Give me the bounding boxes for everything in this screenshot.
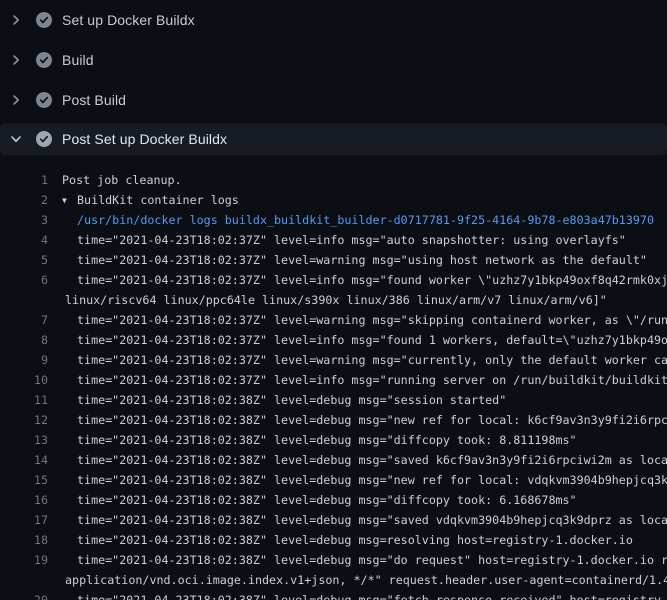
log-line: 15time="2021-04-23T18:02:38Z" level=debu…: [0, 470, 667, 490]
log-line-text: time="2021-04-23T18:02:38Z" level=debug …: [48, 430, 577, 450]
log-line-number[interactable]: 17: [0, 510, 48, 530]
log-line-number[interactable]: 15: [0, 470, 48, 490]
check-circle-icon: [36, 52, 52, 68]
log-line-number[interactable]: 1: [0, 170, 48, 190]
step-label: Set up Docker Buildx: [62, 12, 195, 28]
log-line: 13time="2021-04-23T18:02:38Z" level=debu…: [0, 430, 667, 450]
log-line-text: time="2021-04-23T18:02:38Z" level=debug …: [48, 470, 667, 490]
log-line: 14time="2021-04-23T18:02:38Z" level=debu…: [0, 450, 667, 470]
log-line: 10time="2021-04-23T18:02:37Z" level=info…: [0, 370, 667, 390]
check-circle-icon: [36, 12, 52, 28]
log-line-text: time="2021-04-23T18:02:38Z" level=debug …: [48, 550, 667, 570]
log-line-number[interactable]: 6: [0, 270, 48, 290]
log-line: 1Post job cleanup.: [0, 170, 667, 190]
log-line-number[interactable]: 8: [0, 330, 48, 350]
actions-log-viewer: Set up Docker Buildx Build Post Build: [0, 0, 667, 600]
log-line-text: time="2021-04-23T18:02:37Z" level=warnin…: [48, 310, 667, 330]
log-line: application/vnd.oci.image.index.v1+json,…: [0, 570, 667, 590]
log-line-text: time="2021-04-23T18:02:37Z" level=info m…: [48, 230, 626, 250]
log-line: 20time="2021-04-23T18:02:38Z" level=debu…: [0, 590, 667, 600]
step-row-build[interactable]: Build: [0, 40, 667, 80]
log-content: 1Post job cleanup.2▼BuildKit container l…: [0, 155, 667, 600]
log-line-number[interactable]: 5: [0, 250, 48, 270]
log-line-number[interactable]: 18: [0, 530, 48, 550]
log-line-text: time="2021-04-23T18:02:37Z" level=info m…: [48, 330, 667, 350]
step-row-set-up-docker-buildx[interactable]: Set up Docker Buildx: [0, 0, 667, 40]
log-line: 6time="2021-04-23T18:02:37Z" level=info …: [0, 270, 667, 290]
log-line: 18time="2021-04-23T18:02:38Z" level=debu…: [0, 530, 667, 550]
log-line: 8time="2021-04-23T18:02:37Z" level=info …: [0, 330, 667, 350]
step-label: Post Set up Docker Buildx: [62, 131, 227, 147]
log-line-text: time="2021-04-23T18:02:38Z" level=debug …: [48, 510, 667, 530]
log-line-number[interactable]: 16: [0, 490, 48, 510]
log-line-number[interactable]: 4: [0, 230, 48, 250]
log-line-text: application/vnd.oci.image.index.v1+json,…: [48, 570, 667, 590]
log-line-text: time="2021-04-23T18:02:38Z" level=debug …: [48, 410, 667, 430]
log-line-text: time="2021-04-23T18:02:37Z" level=info m…: [48, 270, 667, 290]
log-line-text: linux/riscv64 linux/ppc64le linux/s390x …: [48, 290, 607, 310]
check-circle-icon: [36, 92, 52, 108]
log-line-text: time="2021-04-23T18:02:37Z" level=warnin…: [48, 350, 667, 370]
step-row-post-build[interactable]: Post Build: [0, 80, 667, 120]
log-line-text: time="2021-04-23T18:02:37Z" level=warnin…: [48, 250, 647, 270]
log-line-text: time="2021-04-23T18:02:38Z" level=debug …: [48, 390, 506, 410]
log-line-number[interactable]: 11: [0, 390, 48, 410]
group-toggle-icon[interactable]: ▼: [62, 191, 77, 210]
check-circle-icon: [36, 131, 52, 147]
log-line-number[interactable]: 2: [0, 190, 48, 210]
log-line: 4time="2021-04-23T18:02:37Z" level=info …: [0, 230, 667, 250]
log-group-title: ▼BuildKit container logs: [48, 190, 239, 210]
log-command-text: /usr/bin/docker logs buildx_buildkit_bui…: [48, 210, 654, 230]
log-line-number: [0, 290, 48, 310]
step-list: Set up Docker Buildx Build Post Build: [0, 0, 667, 155]
log-line-number: [0, 570, 48, 590]
log-line-text: time="2021-04-23T18:02:38Z" level=debug …: [48, 490, 577, 510]
log-line-number[interactable]: 9: [0, 350, 48, 370]
log-line: 16time="2021-04-23T18:02:38Z" level=debu…: [0, 490, 667, 510]
log-line-number[interactable]: 7: [0, 310, 48, 330]
log-line: 5time="2021-04-23T18:02:37Z" level=warni…: [0, 250, 667, 270]
log-group-header[interactable]: 2▼BuildKit container logs: [0, 190, 667, 210]
log-group-label: BuildKit container logs: [77, 193, 239, 207]
log-line: 9time="2021-04-23T18:02:37Z" level=warni…: [0, 350, 667, 370]
log-line-number[interactable]: 19: [0, 550, 48, 570]
chevron-right-icon: [8, 92, 24, 108]
log-line-number[interactable]: 3: [0, 210, 48, 230]
log-line: 11time="2021-04-23T18:02:38Z" level=debu…: [0, 390, 667, 410]
log-line-number[interactable]: 13: [0, 430, 48, 450]
chevron-right-icon: [8, 52, 24, 68]
log-line: 7time="2021-04-23T18:02:37Z" level=warni…: [0, 310, 667, 330]
step-label: Build: [62, 52, 94, 68]
log-line: 17time="2021-04-23T18:02:38Z" level=debu…: [0, 510, 667, 530]
log-line-number[interactable]: 20: [0, 590, 48, 600]
step-row-post-set-up-docker-buildx[interactable]: Post Set up Docker Buildx: [0, 123, 667, 155]
log-line-text: time="2021-04-23T18:02:38Z" level=debug …: [48, 530, 633, 550]
log-line: 19time="2021-04-23T18:02:38Z" level=debu…: [0, 550, 667, 570]
log-line-number[interactable]: 14: [0, 450, 48, 470]
step-label: Post Build: [62, 92, 126, 108]
log-line-text: Post job cleanup.: [48, 170, 182, 190]
log-line-text: time="2021-04-23T18:02:38Z" level=debug …: [48, 590, 667, 600]
chevron-right-icon: [8, 12, 24, 28]
log-line-number[interactable]: 12: [0, 410, 48, 430]
log-line: 12time="2021-04-23T18:02:38Z" level=debu…: [0, 410, 667, 430]
log-line-number[interactable]: 10: [0, 370, 48, 390]
chevron-down-icon: [8, 131, 24, 147]
log-line: linux/riscv64 linux/ppc64le linux/s390x …: [0, 290, 667, 310]
log-line-text: time="2021-04-23T18:02:37Z" level=info m…: [48, 370, 667, 390]
log-line: 3/usr/bin/docker logs buildx_buildkit_bu…: [0, 210, 667, 230]
log-line-text: time="2021-04-23T18:02:38Z" level=debug …: [48, 450, 667, 470]
